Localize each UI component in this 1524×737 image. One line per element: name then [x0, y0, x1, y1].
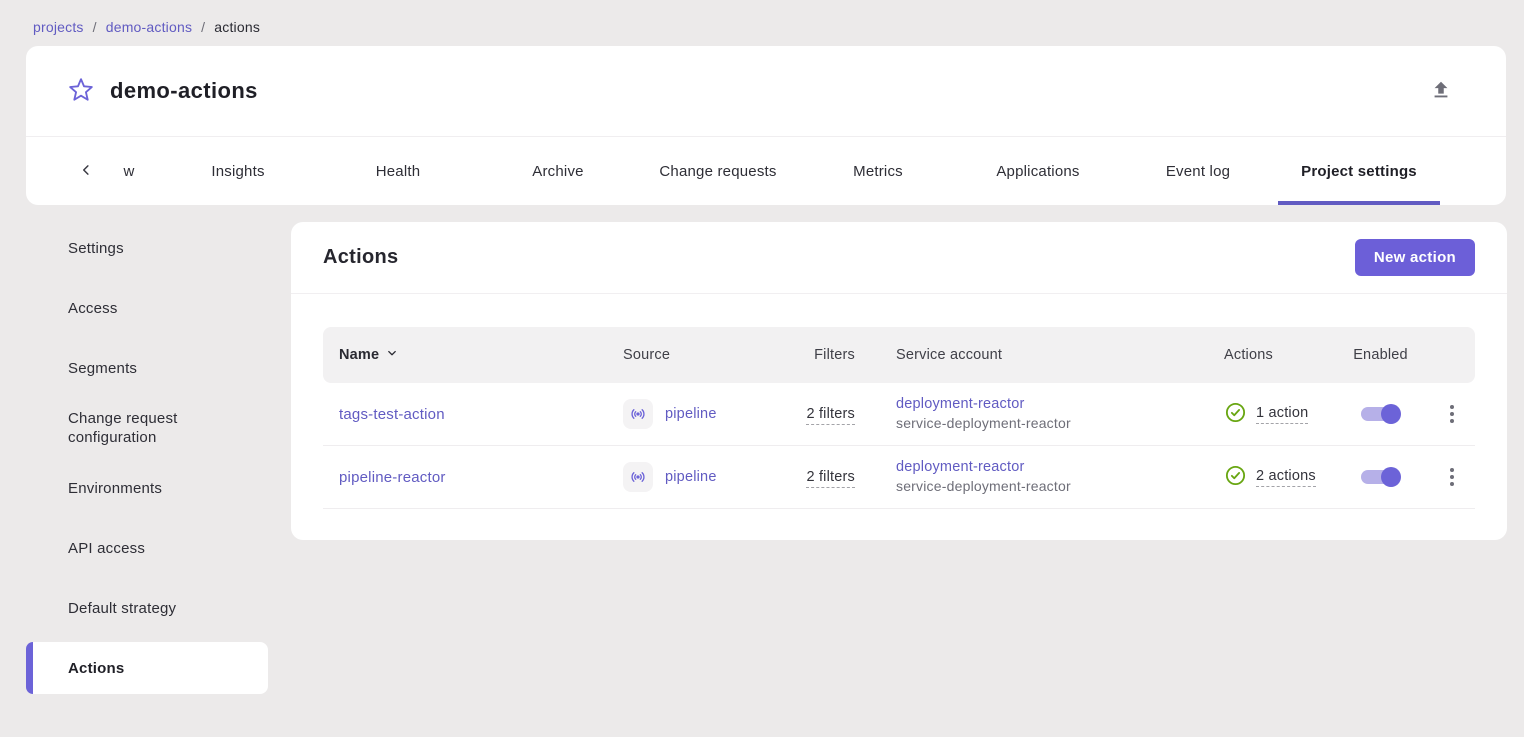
tabs-scroll-left-button[interactable]	[72, 137, 100, 205]
sensors-icon	[623, 399, 653, 429]
breadcrumb: projects / demo-actions / actions	[0, 0, 1524, 46]
actions-count[interactable]: 2 actions	[1256, 468, 1316, 487]
sidebar-item-default-strategy[interactable]: Default strategy	[26, 582, 268, 634]
export-button[interactable]	[1430, 79, 1452, 104]
sensors-icon	[623, 462, 653, 492]
chevron-left-icon	[77, 161, 95, 182]
favorite-button[interactable]	[68, 77, 94, 106]
sidebar-item-api-access[interactable]: API access	[26, 522, 268, 574]
table-row: pipeline-reactor pipeline 2 filters de	[323, 446, 1475, 509]
check-circle-icon	[1224, 464, 1247, 491]
service-account-username: service-deployment-reactor	[896, 414, 1188, 433]
page-title: demo-actions	[110, 78, 258, 104]
sidebar-item-environments[interactable]: Environments	[26, 462, 268, 514]
action-name-link[interactable]: pipeline-reactor	[339, 469, 446, 486]
tab-applications[interactable]: Applications	[958, 137, 1118, 205]
service-account-link[interactable]: deployment-reactor	[896, 395, 1188, 414]
breadcrumb-separator: /	[93, 19, 97, 35]
tab-project-settings[interactable]: Project settings	[1278, 137, 1440, 205]
sidebar-item-settings[interactable]: Settings	[26, 222, 268, 274]
tab-archive[interactable]: Archive	[478, 137, 638, 205]
breadcrumb-demo-actions[interactable]: demo-actions	[106, 19, 192, 35]
row-menu-button[interactable]	[1444, 399, 1460, 429]
actions-panel: Actions New action Name Source Filters S…	[291, 222, 1507, 540]
column-header-source: Source	[623, 347, 773, 363]
enabled-toggle[interactable]	[1361, 465, 1401, 489]
service-account-link[interactable]: deployment-reactor	[896, 458, 1188, 477]
project-tab-bar: w Insights Health Archive Change request…	[26, 136, 1506, 205]
content-area: Settings Access Segments Change request …	[26, 222, 1507, 702]
sidebar-item-access[interactable]: Access	[26, 282, 268, 334]
sidebar-item-segments[interactable]: Segments	[26, 342, 268, 394]
tab-health[interactable]: Health	[318, 137, 478, 205]
tab-overview-partial[interactable]: w	[100, 137, 158, 205]
breadcrumb-separator: /	[201, 19, 205, 35]
actions-panel-header: Actions New action	[291, 222, 1507, 294]
column-header-enabled: Enabled	[1333, 347, 1428, 363]
enabled-toggle[interactable]	[1361, 402, 1401, 426]
chevron-down-icon	[385, 346, 399, 364]
column-header-name[interactable]: Name	[323, 346, 623, 364]
actions-table: Name Source Filters Service account Acti…	[323, 327, 1475, 509]
panel-title: Actions	[323, 246, 398, 269]
table-row: tags-test-action pipeline 2 filters de	[323, 383, 1475, 446]
tab-event-log[interactable]: Event log	[1118, 137, 1278, 205]
column-header-filters: Filters	[773, 347, 863, 363]
source-link[interactable]: pipeline	[665, 469, 717, 485]
sidebar-item-actions[interactable]: Actions	[26, 642, 268, 694]
project-header-card: demo-actions w Insights Health Archive C…	[26, 46, 1506, 205]
new-action-button[interactable]: New action	[1355, 239, 1475, 276]
source-link[interactable]: pipeline	[665, 406, 717, 422]
tab-metrics[interactable]: Metrics	[798, 137, 958, 205]
tab-insights[interactable]: Insights	[158, 137, 318, 205]
sidebar-item-change-request-configuration[interactable]: Change request configuration	[26, 402, 268, 454]
service-account-username: service-deployment-reactor	[896, 477, 1188, 496]
breadcrumb-actions: actions	[214, 19, 260, 35]
star-outline-icon	[68, 77, 94, 106]
check-circle-icon	[1224, 401, 1247, 428]
upload-icon	[1430, 79, 1452, 104]
column-header-actions: Actions	[1188, 347, 1333, 363]
filters-count[interactable]: 2 filters	[806, 469, 855, 488]
settings-sidebar: Settings Access Segments Change request …	[26, 222, 291, 702]
actions-count[interactable]: 1 action	[1256, 405, 1308, 424]
action-name-link[interactable]: tags-test-action	[339, 406, 445, 423]
filters-count[interactable]: 2 filters	[806, 406, 855, 425]
breadcrumb-projects[interactable]: projects	[33, 19, 84, 35]
row-menu-button[interactable]	[1444, 462, 1460, 492]
project-title-row: demo-actions	[26, 46, 1506, 136]
table-header-row: Name Source Filters Service account Acti…	[323, 327, 1475, 383]
column-header-service-account: Service account	[863, 347, 1188, 363]
tab-change-requests[interactable]: Change requests	[638, 137, 798, 205]
